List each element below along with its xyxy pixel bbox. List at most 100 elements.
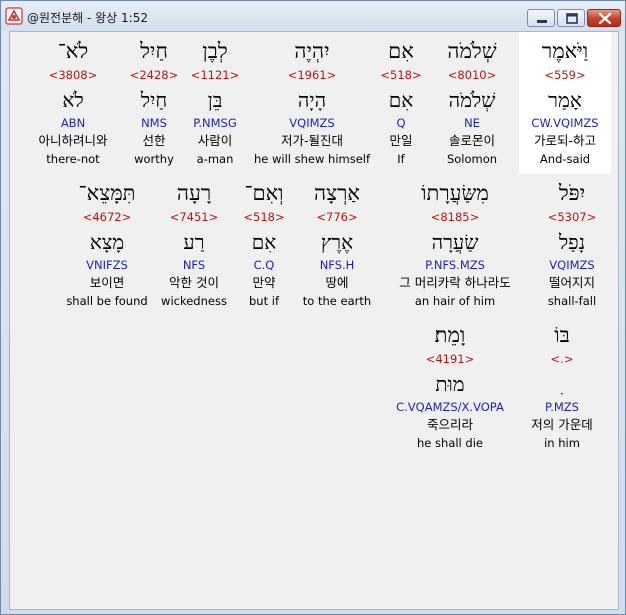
strong-number[interactable]: <1961> xyxy=(250,68,374,82)
hebrew-word: אַרְצָה xyxy=(314,181,360,205)
english-gloss: shall be found xyxy=(66,294,148,308)
morph-code: NE xyxy=(464,116,480,130)
hebrew-word: שְׁלֹמֹה xyxy=(447,39,497,63)
word-cell[interactable]: יִפֹּל <5307> נָפַל VQIMZS 떨어지지 shall-fa… xyxy=(532,174,612,316)
lemma-word: שַׂעֲרָה xyxy=(431,230,479,254)
korean-gloss: 사람이 xyxy=(197,133,233,148)
strong-number[interactable]: <3808> xyxy=(24,68,122,82)
morph-code: Q xyxy=(396,116,406,130)
lemma-word: אֶרֶץ xyxy=(320,230,354,254)
hebrew-word: וַיֹּאמֶר xyxy=(541,39,589,63)
english-gloss: he shall die xyxy=(417,436,483,450)
word-cell[interactable]: חַיִל <2428> חַיִל NMS 선한 worthy xyxy=(126,32,182,174)
korean-gloss: 솔로몬이 xyxy=(448,133,495,148)
korean-gloss: 저의 가운데 xyxy=(531,417,593,432)
close-icon xyxy=(598,12,612,25)
strong-number[interactable]: <5307> xyxy=(532,210,612,224)
lemma-word: רַע xyxy=(183,230,205,254)
morph-code: NFS.H xyxy=(319,258,355,272)
morph-code: VQIMZS xyxy=(289,116,335,130)
morph-code: VQIMZS xyxy=(549,258,595,272)
morph-code: P.NFS.MZS xyxy=(425,258,485,272)
strong-number[interactable]: <8185> xyxy=(382,210,528,224)
korean-gloss: 땅에 xyxy=(325,275,349,290)
title-bar[interactable]: @원전분해 - 왕상 1:52 xyxy=(1,1,625,31)
maximize-button[interactable] xyxy=(557,9,585,27)
korean-gloss: 떨어지지 xyxy=(548,275,595,290)
word-cell[interactable]: וַיֹּאמֶר <559> אָמַר CW.VQIMZS 가로되-하고 A… xyxy=(519,32,611,174)
strong-number[interactable]: <776> xyxy=(294,210,380,224)
word-cell[interactable]: שְׁלֹמֹה <8010> שְׁלֹמֹה NE 솔로몬이 Solomon xyxy=(430,32,514,174)
morph-code: C.VQAMZS/X.VOPA xyxy=(396,400,504,414)
lemma-word: מוּת xyxy=(435,372,465,396)
korean-gloss: 아니하려니와 xyxy=(38,133,108,148)
word-cell[interactable]: אִם <518> אִם Q 만일 If xyxy=(376,32,426,174)
hebrew-word: לֹא־ xyxy=(57,39,89,63)
strong-number[interactable]: <1121> xyxy=(184,68,246,82)
hebrew-word: לְבֶן xyxy=(202,39,228,63)
lemma-word: חַיִל xyxy=(140,88,168,112)
hebrew-word: מִשַּׂעֲרָתוֹ xyxy=(421,181,489,205)
lemma-word: מָצָא xyxy=(89,230,125,254)
word-cell[interactable]: וָמֵת׃ <4191> מוּת C.VQAMZS/X.VOPA 죽으리라 … xyxy=(382,316,518,458)
close-button[interactable] xyxy=(587,9,621,27)
word-cell[interactable]: אַרְצָה <776> אֶרֶץ NFS.H 땅에 to the eart… xyxy=(294,174,380,316)
lemma-word: בֵּן xyxy=(207,88,223,112)
morph-code: CW.VQIMZS xyxy=(531,116,599,130)
english-gloss: in him xyxy=(544,436,580,450)
word-cell[interactable]: לֹא־ <3808> לֹא ABN 아니하려니와 there-not xyxy=(24,32,122,174)
english-gloss: shall-fall xyxy=(547,294,597,308)
lemma-word: הָיָה xyxy=(297,88,327,112)
word-cell[interactable]: לְבֶן <1121> בֵּן P.NMSG 사람이 a-man xyxy=(184,32,246,174)
strong-number[interactable]: <4672> xyxy=(62,210,152,224)
window-title: @원전분해 - 왕상 1:52 xyxy=(27,11,148,25)
lemma-word: נָפַל xyxy=(558,230,586,254)
minimize-icon xyxy=(537,20,547,23)
lemma-word: אִם xyxy=(388,88,414,112)
word-cell[interactable]: וְאִם־ <518> אִם C.Q 만약 but if xyxy=(236,174,292,316)
hebrew-word: יִפֹּל xyxy=(558,181,586,205)
english-gloss: but if xyxy=(249,294,279,308)
hebrew-word: רָעָה xyxy=(176,181,212,205)
english-gloss: an hair of him xyxy=(414,294,496,308)
morph-code: ABN xyxy=(60,116,86,130)
morph-code: VNIFZS xyxy=(86,258,128,272)
strong-number[interactable]: <8010> xyxy=(430,68,514,82)
hebrew-word: יִהְיֶה xyxy=(294,39,330,63)
english-gloss: he will shew himself xyxy=(253,152,371,166)
english-gloss: there-not xyxy=(46,152,100,166)
minimize-button[interactable] xyxy=(527,9,555,27)
hebrew-word: וְאִם־ xyxy=(244,181,284,205)
hebrew-word: וָמֵת׃ xyxy=(434,323,466,347)
lemma-word: אִם xyxy=(251,230,277,254)
morph-code: C.Q xyxy=(253,258,275,272)
strong-number[interactable]: <2428> xyxy=(126,68,182,82)
korean-gloss: 만약 xyxy=(252,275,276,290)
english-gloss: wickedness xyxy=(161,294,227,308)
word-cell[interactable]: מִשַּׂעֲרָתוֹ <8185> שַׂעֲרָה P.NFS.MZS … xyxy=(382,174,528,316)
korean-gloss: 악한 것이 xyxy=(169,275,219,290)
korean-gloss: 저가-될진대 xyxy=(280,133,343,148)
strong-number[interactable]: <4191> xyxy=(382,352,518,366)
strong-number[interactable]: <7451> xyxy=(154,210,234,224)
strong-number[interactable]: <559> xyxy=(519,68,611,82)
strong-number[interactable]: <518> xyxy=(376,68,426,82)
app-logo-icon xyxy=(5,7,23,25)
lemma-word: שְׁלֹמֹה xyxy=(448,88,496,112)
hebrew-word: אִם xyxy=(388,39,414,63)
korean-gloss: 죽으리라 xyxy=(426,417,473,432)
strong-number[interactable]: <.> xyxy=(526,352,598,366)
strong-number[interactable]: <518> xyxy=(236,210,292,224)
word-cell[interactable]: בּוֹ <.> ִ P.MZS 저의 가운데 in him xyxy=(526,316,598,458)
main-window: @원전분해 - 왕상 1:52 וַיֹּאמֶר <559> אָמַר CW… xyxy=(0,0,626,615)
word-cell[interactable]: רָעָה <7451> רַע NFS 악한 것이 wickedness xyxy=(154,174,234,316)
word-cell[interactable]: תִּמָּצֵא־ <4672> מָצָא VNIFZS 보이면 shall… xyxy=(62,174,152,316)
hebrew-word: חַיִל xyxy=(140,39,168,63)
verse-view: וַיֹּאמֶר <559> אָמַר CW.VQIMZS 가로되-하고 A… xyxy=(9,31,619,610)
korean-gloss: 선한 xyxy=(142,133,166,148)
korean-gloss: 보이면 xyxy=(89,275,125,290)
word-cell[interactable]: יִהְיֶה <1961> הָיָה VQIMZS 저가-될진대 he wi… xyxy=(250,32,374,174)
verse-grid: וַיֹּאמֶר <559> אָמַר CW.VQIMZS 가로되-하고 A… xyxy=(10,32,616,607)
korean-gloss: 만일 xyxy=(389,133,413,148)
hebrew-word: תִּמָּצֵא־ xyxy=(78,181,136,205)
